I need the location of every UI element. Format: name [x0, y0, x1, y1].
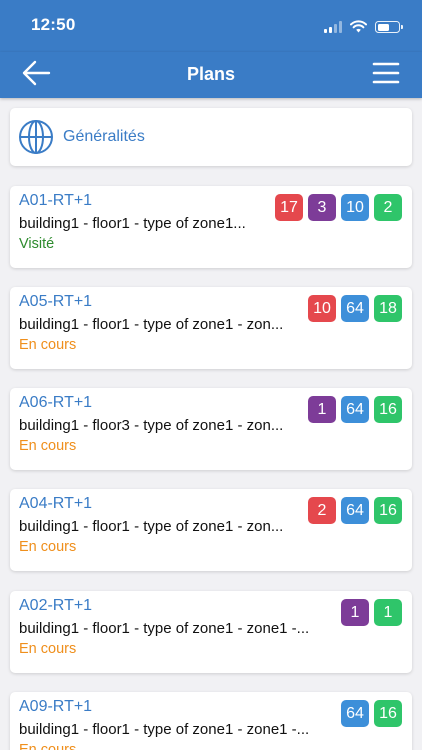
- menu-button[interactable]: [372, 60, 400, 86]
- count-badge-green: 18: [374, 295, 402, 322]
- wifi-icon: [350, 20, 367, 33]
- count-badge-red: 10: [308, 295, 336, 322]
- plan-description: building1 - floor1 - type of zone1 - zon…: [19, 620, 310, 637]
- plan-name: A06-RT+1: [19, 394, 93, 411]
- plan-description: building1 - floor1 - type of zone1...: [19, 215, 246, 232]
- count-badge-purple: 1: [341, 599, 369, 626]
- plan-status: En cours: [19, 641, 77, 657]
- status-bar: 12:50: [0, 0, 422, 52]
- plan-badges: 1 64 16: [308, 396, 402, 423]
- plan-badges: 10 64 18: [308, 295, 402, 322]
- plan-description: building1 - floor1 - type of zone1 - zon…: [19, 721, 310, 738]
- plan-status: En cours: [19, 539, 77, 555]
- plan-card[interactable]: A09-RT+1 building1 - floor1 - type of zon…: [10, 692, 412, 750]
- status-time: 12:50: [31, 15, 76, 34]
- general-info-card[interactable]: Généralités: [10, 108, 412, 166]
- plan-card[interactable]: A06-RT+1 building1 - floor3 - type of zon…: [10, 388, 412, 470]
- count-badge-green: 16: [374, 700, 402, 727]
- plan-status: En cours: [19, 742, 77, 750]
- header-bar: Plans: [0, 52, 422, 98]
- count-badge-green: 16: [374, 497, 402, 524]
- plan-status: En cours: [19, 438, 77, 454]
- count-badge-purple: 1: [308, 396, 336, 423]
- count-badge-green: 16: [374, 396, 402, 423]
- plan-description: building1 - floor3 - type of zone1 - zon…: [19, 417, 284, 434]
- plan-description: building1 - floor1 - type of zone1 - zon…: [19, 518, 284, 535]
- count-badge-blue: 64: [341, 700, 369, 727]
- plan-status: Visité: [19, 236, 55, 252]
- status-icons: [324, 17, 403, 33]
- plan-badges: 17 3 10 2: [275, 194, 402, 221]
- count-badge-blue: 64: [341, 497, 369, 524]
- count-badge-blue: 10: [341, 194, 369, 221]
- count-badge-blue: 64: [341, 396, 369, 423]
- plan-card[interactable]: A02-RT+1 building1 - floor1 - type of zon…: [10, 591, 412, 673]
- count-badge-blue: 64: [341, 295, 369, 322]
- plan-name: A09-RT+1: [19, 698, 93, 715]
- plan-card[interactable]: A04-RT+1 building1 - floor1 - type of zon…: [10, 489, 412, 571]
- plan-status: En cours: [19, 337, 77, 353]
- page-title: Plans: [186, 64, 236, 84]
- plan-badges: 2 64 16: [308, 497, 402, 524]
- plan-name: A05-RT+1: [19, 293, 93, 310]
- cellular-signal-icon: [324, 21, 342, 33]
- count-badge-green: 2: [374, 194, 402, 221]
- plan-badges: 64 16: [341, 700, 402, 727]
- plan-name: A02-RT+1: [19, 597, 93, 614]
- general-info-label: Généralités: [63, 128, 145, 145]
- hamburger-menu-icon: [372, 62, 400, 84]
- globe-icon: [19, 120, 53, 154]
- plan-description: building1 - floor1 - type of zone1 - zon…: [19, 316, 284, 333]
- plan-card[interactable]: A01-RT+1 building1 - floor1 - type of zon…: [10, 186, 412, 268]
- count-badge-purple: 3: [308, 194, 336, 221]
- plan-name: A01-RT+1: [19, 192, 93, 209]
- plan-badges: 11: [341, 599, 402, 626]
- count-badge-green: 1: [374, 599, 402, 626]
- plan-name: A04-RT+1: [19, 495, 93, 512]
- count-badge-red: 17: [275, 194, 303, 221]
- plans-list[interactable]: Généralités A01-RT+1 building1 - floor1 -…: [0, 98, 422, 750]
- count-badge-red: 2: [308, 497, 336, 524]
- battery-icon: [375, 21, 403, 33]
- plan-card[interactable]: A05-RT+1 building1 - floor1 - type of zon…: [10, 287, 412, 369]
